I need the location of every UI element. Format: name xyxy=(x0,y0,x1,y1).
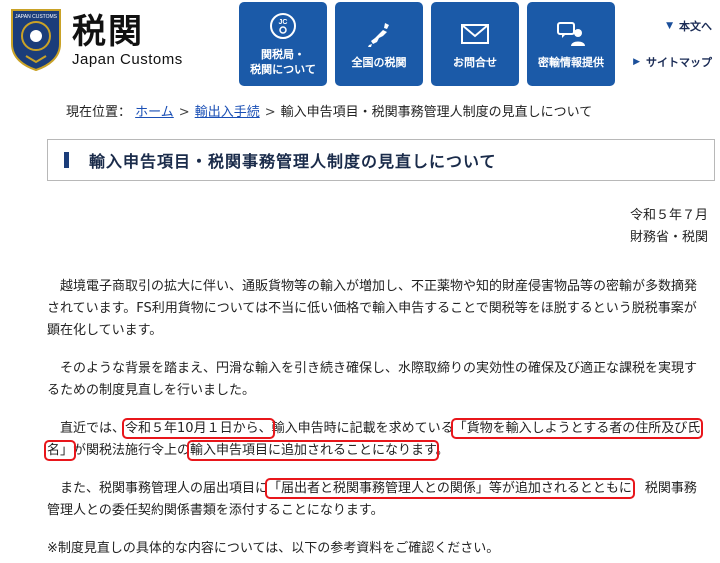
skip-to-content-label: 本文へ xyxy=(679,20,712,33)
breadcrumb-home-link[interactable]: ホーム xyxy=(135,105,174,120)
triangle-down-icon: ▼ xyxy=(666,21,673,31)
jc-emblem-icon: JC xyxy=(269,11,297,41)
nav-offices-label: 全国の税関 xyxy=(351,55,407,69)
paragraph-recent-change: 直近では、令和５年10月１日から、輸入申告時に記載を求めている「貨物を輸入しよう… xyxy=(43,418,707,462)
highlight-effective-date: 令和５年10月１日から、 xyxy=(122,418,275,439)
breadcrumb-import-export-link[interactable]: 輸出入手続 xyxy=(195,105,260,120)
japan-map-icon xyxy=(365,19,393,49)
paragraph-note: ※制度見直しの具体的な内容については、以下の参考資料をご確認ください。 xyxy=(47,541,500,556)
text-segment: 直近では、 xyxy=(60,421,126,436)
site-header: JAPAN CUSTOMS 税関 Japan Customs JC 関税局・ 税… xyxy=(0,0,720,92)
informant-icon xyxy=(556,19,586,49)
text-segment: 輸入申告時に記載を求めている xyxy=(271,421,454,436)
highlight-declaration-items: 輸入申告項目に追加されることになります xyxy=(187,440,439,461)
sitemap-link[interactable]: ▶ サイトマップ xyxy=(633,54,712,70)
paragraph-purpose: そのような背景を踏まえ、円滑な輸入を引き続き確保し、水際取締りの実効性の確保及び… xyxy=(47,358,707,402)
customs-emblem-icon: JAPAN CUSTOMS xyxy=(11,9,61,72)
nav-about-label: 関税局・ 税関について xyxy=(250,48,316,76)
skip-to-content-link[interactable]: ▼ 本文へ xyxy=(633,18,712,34)
breadcrumb: 現在位置： ホーム > 輸出入手続 > 輸入申告項目・税関事務管理人制度の見直しについて xyxy=(66,101,592,120)
triangle-right-icon: ▶ xyxy=(633,57,640,67)
page-title: 輸入申告項目・税関事務管理人制度の見直しについて xyxy=(89,152,497,171)
emblem-lettering: JAPAN CUSTOMS xyxy=(15,14,58,20)
paragraph-background-text: 越境電子商取引の拡大に伴い、通販貨物等の輸入が増加し、不正薬物や知的財産侵害物品… xyxy=(47,279,698,338)
breadcrumb-prefix: 現在位置： xyxy=(66,105,132,120)
publisher: 財務省・税関 xyxy=(629,230,708,245)
date-block: 令和５年７月 財務省・税関 xyxy=(630,205,708,249)
nav-smuggling-report-button[interactable]: 密輸情報提供 xyxy=(527,2,615,86)
breadcrumb-separator: > xyxy=(264,105,276,120)
mail-icon xyxy=(460,19,490,49)
sitemap-label: サイトマップ xyxy=(646,56,712,69)
text-segment: 。 xyxy=(435,443,449,458)
text-segment: が関税法施行令上の xyxy=(73,443,191,458)
paragraph-agent-change: また、税関事務管理人の届出項目に「届出者と税関事務管理人との関係」等が追加される… xyxy=(47,478,707,522)
breadcrumb-separator: > xyxy=(178,105,190,120)
text-segment: また、税関事務管理人の届出項目に xyxy=(60,481,269,496)
highlight-agent-relationship: 「届出者と税関事務管理人との関係」等が追加されるとともに xyxy=(265,478,635,499)
paragraph-purpose-text: そのような背景を踏まえ、円滑な輸入を引き続き確保し、水際取締りの実効性の確保及び… xyxy=(47,361,698,398)
site-logo[interactable]: JAPAN CUSTOMS 税関 Japan Customs xyxy=(8,6,183,72)
nav-offices-button[interactable]: 全国の税関 xyxy=(335,2,423,86)
nav-contact-label: お問合せ xyxy=(453,55,497,69)
page-title-box: 輸入申告項目・税関事務管理人制度の見直しについて xyxy=(47,139,715,181)
utility-links: ▼ 本文へ ▶ サイトマップ xyxy=(633,18,712,90)
title-accent-bar xyxy=(64,152,69,168)
publish-date: 令和５年７月 xyxy=(629,208,708,223)
logo-title: 税関 xyxy=(72,12,144,52)
nav-smuggling-report-label: 密輸情報提供 xyxy=(538,55,604,69)
article-body: 越境電子商取引の拡大に伴い、通販貨物等の輸入が増加し、不正薬物や知的財産侵害物品… xyxy=(43,276,707,563)
breadcrumb-current: 輸入申告項目・税関事務管理人制度の見直しについて xyxy=(280,105,593,120)
main-nav: JC 関税局・ 税関について 全国の税関 お問合せ 密輸情報提供 xyxy=(239,2,615,86)
nav-about-button[interactable]: JC 関税局・ 税関について xyxy=(239,2,327,86)
logo-subtitle: Japan Customs xyxy=(72,51,183,68)
svg-text:JC: JC xyxy=(279,19,288,26)
nav-contact-button[interactable]: お問合せ xyxy=(431,2,519,86)
paragraph-background: 越境電子商取引の拡大に伴い、通販貨物等の輸入が増加し、不正薬物や知的財産侵害物品… xyxy=(47,276,707,342)
